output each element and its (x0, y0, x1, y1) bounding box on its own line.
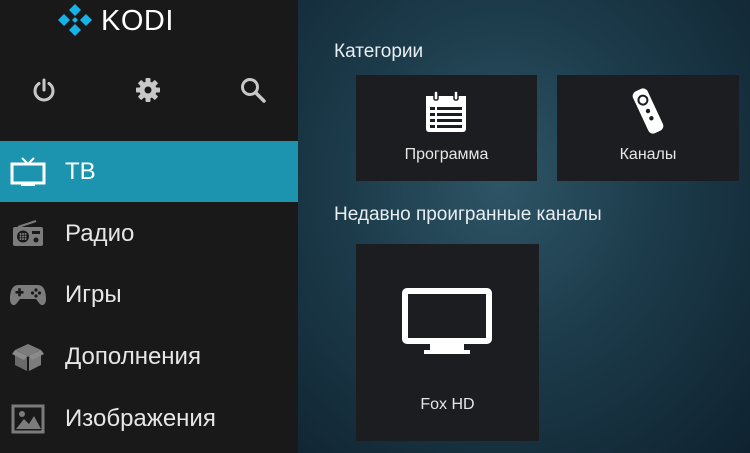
nav-item-addons[interactable]: Дополнения (0, 326, 298, 387)
search-icon (241, 78, 266, 103)
sidebar: KODI ТВ Радио Игры Дополнения Изображени… (0, 0, 298, 453)
remote-icon (632, 88, 664, 134)
category-card-channels[interactable]: Каналы (557, 75, 739, 181)
category-label-guide: Программа (404, 146, 489, 163)
categories-title: Категории (334, 41, 424, 62)
search-button[interactable] (235, 72, 271, 108)
category-card-guide[interactable]: Программа (356, 75, 537, 181)
picture-icon (11, 404, 45, 433)
gear-icon (136, 78, 160, 102)
kodi-logo-text: KODI (101, 5, 174, 37)
addons-box-icon (12, 343, 44, 371)
nav-label-games: Игры (65, 280, 122, 308)
nav-label-pictures: Изображения (65, 404, 216, 432)
tv-icon (10, 156, 46, 186)
power-icon (33, 78, 55, 102)
kodi-logo-icon (58, 4, 92, 36)
recent-channels-title: Недавно проигранные каналы (334, 204, 602, 225)
nav-label-addons: Дополнения (65, 342, 201, 370)
recent-channel-label: Fox HD (420, 396, 475, 413)
calendar-icon (426, 90, 466, 132)
nav-label-radio: Радио (65, 219, 135, 247)
gamepad-icon (10, 284, 46, 305)
nav-label-tv: ТВ (65, 157, 96, 185)
nav-item-pictures[interactable]: Изображения (0, 388, 298, 449)
nav-item-tv[interactable]: ТВ (0, 141, 298, 202)
category-label-channels: Каналы (619, 146, 677, 163)
settings-button[interactable] (130, 72, 166, 108)
tv-icon (402, 288, 492, 354)
power-button[interactable] (26, 72, 62, 108)
nav-item-radio[interactable]: Радио (0, 203, 298, 264)
recent-channel-card[interactable]: Fox HD (356, 244, 539, 441)
kodi-logo: KODI (57, 3, 174, 39)
nav-item-games[interactable]: Игры (0, 264, 298, 325)
radio-icon (13, 219, 43, 246)
